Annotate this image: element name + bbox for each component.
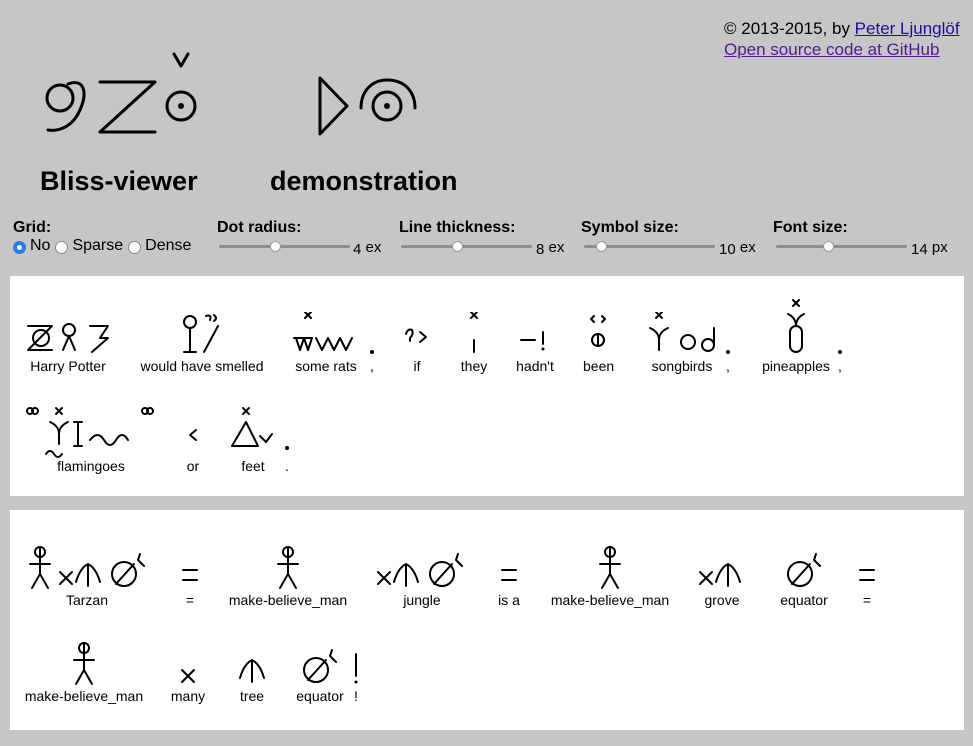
dot-radius-slider[interactable] [219,241,350,253]
dot-radius-thumb[interactable] [270,241,282,252]
font-size-label: Font size: [773,219,848,236]
bliss-word-equals-2: = [852,546,882,608]
bliss-word-exclamation: ! [349,642,363,704]
credits: © 2013-2015, by Peter Ljunglöf Open sour… [724,18,960,60]
font-size-slider[interactable] [776,241,907,253]
grid-option-no[interactable]: No [13,237,50,255]
sentence-panel-2: Tarzan = make-believe_man jungle is a ma… [10,510,964,730]
page-title-left: Bliss-viewer [40,166,198,196]
bliss-word-make-believe-man-1: make-believe_man [226,546,350,608]
bliss-word-tarzan: Tarzan [22,546,152,608]
bliss-word-feet: feet [228,404,278,474]
symbol-size-slider[interactable] [584,241,715,253]
bliss-word-comma-2: , [722,312,734,374]
author-link[interactable]: Peter Ljunglöf [855,19,960,38]
grid-radio-sparse[interactable] [55,240,69,254]
symbol-size-thumb[interactable] [596,241,608,252]
bliss-word-jungle: jungle [372,546,472,608]
bliss-word-flamingoes: flamingoes [24,404,158,474]
symbol-size-label: Symbol size: [581,219,679,236]
line-thickness-thumb[interactable] [452,241,464,252]
symbol-size-value: 10 ex [719,239,756,258]
grid-option-dense[interactable]: Dense [128,237,191,255]
bliss-word-comma-3: , [834,312,846,374]
bliss-word-make-believe-man-2: make-believe_man [548,546,672,608]
bliss-word-would-have-smelled: would have smelled [138,312,266,374]
bliss-word-equator-1: equator [774,546,834,608]
bliss-word-hadnt: hadn't [513,312,557,374]
bliss-word-been: been [583,312,614,374]
bliss-word-period: . [281,412,293,474]
dot-radius-label: Dot radius: [217,219,302,236]
bliss-word-many: many [170,642,206,704]
grid-label: Grid: [13,219,52,236]
bliss-word-grove: grove [694,546,750,608]
copyright-text: © 2013-2015, by [724,19,855,38]
grid-options: No Sparse Dense [13,237,196,255]
header-bliss-symbol-left [45,52,197,134]
bliss-word-songbirds: songbirds [644,312,720,374]
line-thickness-slider[interactable] [401,241,532,253]
line-thickness-value: 8 ex [536,239,565,258]
bliss-word-is-a: is a [494,546,524,608]
bliss-word-some-rats: some rats [290,312,362,374]
bliss-word-equator-2: equator [294,642,346,704]
sentence-panel-1: Harry Potter would have smelled some rat… [10,276,964,496]
bliss-word-if: if [402,312,432,374]
font-size-value: 14 px [911,239,948,258]
bliss-word-harry-potter: Harry Potter [24,312,112,374]
header-bliss-symbol-right [318,76,417,136]
bliss-word-or: or [178,412,208,474]
github-link[interactable]: Open source code at GitHub [724,40,939,59]
bliss-word-tree: tree [234,642,270,704]
grid-radio-dense[interactable] [128,240,142,254]
bliss-word-pineapples: pineapples [758,296,834,374]
page-title-right: demonstration [270,166,458,196]
bliss-word-equals-1: = [175,546,205,608]
font-size-thumb[interactable] [823,241,835,252]
line-thickness-label: Line thickness: [399,219,516,236]
dot-radius-value: 4 ex [353,239,382,258]
bliss-word-they: they [459,312,489,374]
bliss-word-make-believe-man-3: make-believe_man [22,642,146,704]
grid-option-sparse[interactable]: Sparse [55,237,123,255]
bliss-word-comma-1: , [366,312,378,374]
grid-radio-no[interactable] [13,240,26,254]
